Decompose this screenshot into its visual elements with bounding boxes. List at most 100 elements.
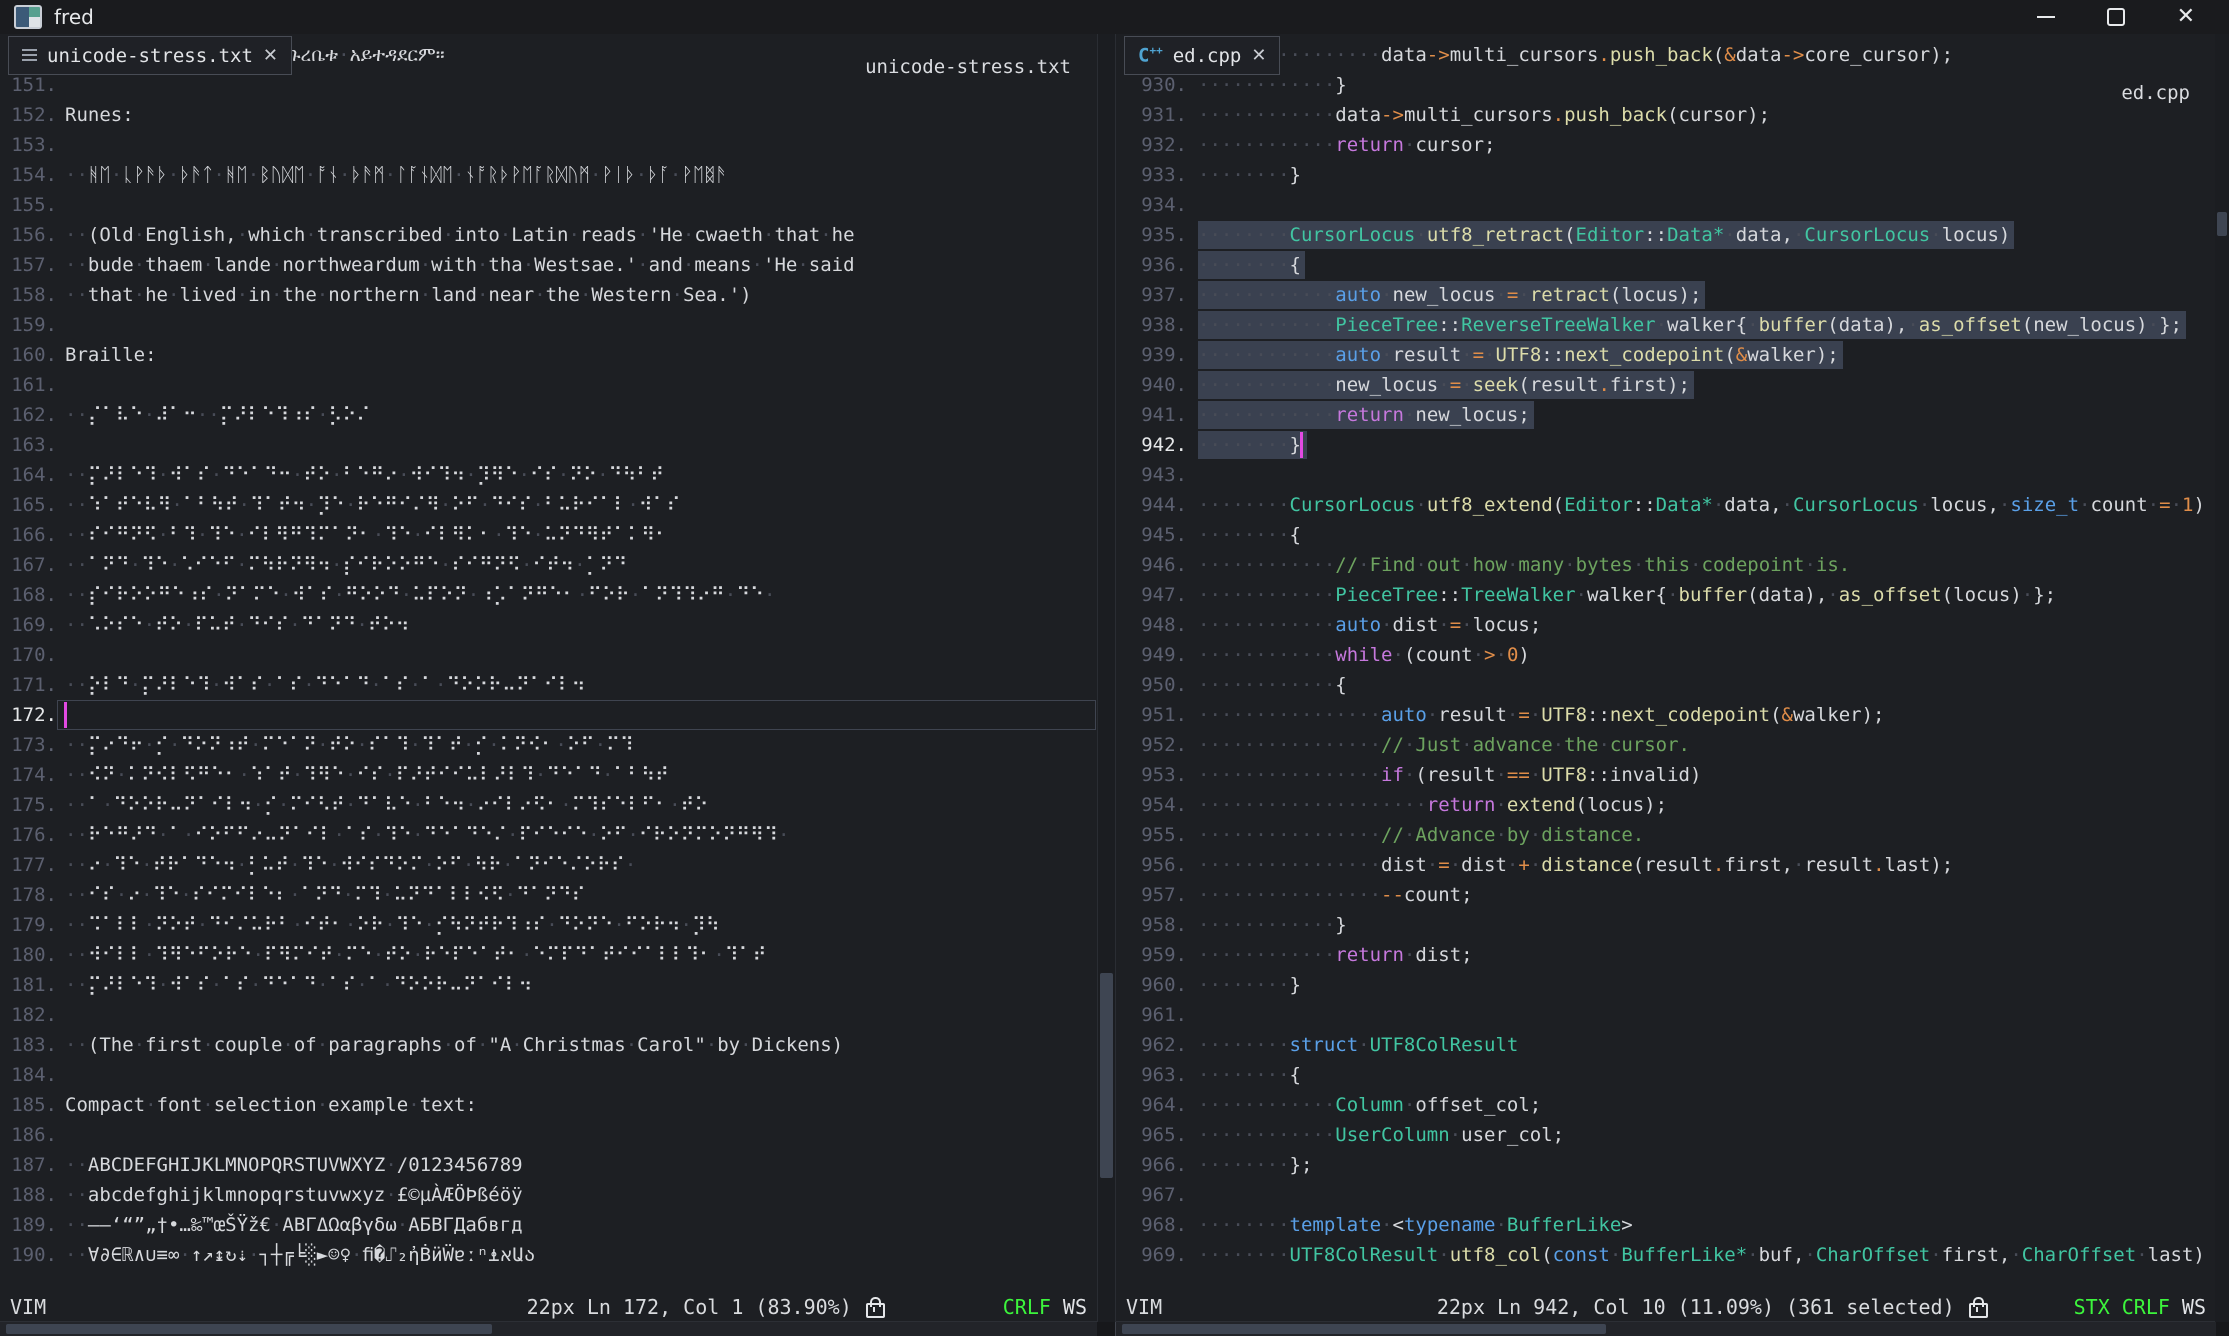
editor-line[interactable]: 178.··⠊⠎·⠔·⠹⠑·⠎⠊⠍⠊⠇⠑⠆·⠁⠝⠙·⠍⠹·⠥⠝⠙⠁⠇⠇⠪⠫·⠙⠁… [0,880,1097,910]
editor-line[interactable]: 180.··⠺⠊⠇⠇·⠹⠻⠑⠋⠕⠗⠑·⠏⠻⠍⠊⠞·⠍⠑·⠞⠕·⠗⠑⠏⠑⠁⠞⠂·⠑… [0,940,1097,970]
editor-line[interactable]: 188.··abcdefghijklmnopqrstuvwxyz·£©µÀÆÖÞ… [0,1180,1097,1210]
editor-line[interactable]: 158.··that·he·lived·in·the·northern·land… [0,280,1097,310]
editor-line[interactable]: 946.············//·Find·out·how·many·byt… [1116,550,2216,580]
editor-line[interactable]: 960.········} [1116,970,2216,1000]
editor-line[interactable]: 951.················auto·result·=·UTF8::… [1116,700,2216,730]
editor-line[interactable]: 937.············auto·new_locus·=·retract… [1116,280,2216,310]
left-editor-area[interactable]: 150.··ሰው·እንደቤቱ·እንጅ·እንደ·ጉረቤቱ·አይተዳደርም።151.… [0,34,1097,1292]
editor-line[interactable]: 165.··⠱⠁⠞⠑⠧⠻·⠁⠃⠳⠞·⠹⠁⠞⠲·⡹⠑·⠗⠑⠛⠊⠌⠻·⠕⠋·⠙⠊⠎·… [0,490,1097,520]
editor-line[interactable]: 175.··⠁·⠙⠕⠕⠗⠤⠝⠁⠊⠇⠲·⡊·⠍⠊⠣⠞·⠙⠁⠧⠑·⠃⠑⠲·⠔⠊⠇⠔⠫… [0,790,1097,820]
close-icon[interactable]: ✕ [2177,6,2195,28]
editor-line[interactable]: 941.············return·new_locus; [1116,400,2216,430]
editor-line[interactable]: 171.··⡕⠇⠙·⡍⠜⠇⠑⠹·⠺⠁⠎·⠁⠎·⠙⠑⠁⠙·⠁⠎·⠁·⠙⠕⠕⠗⠤⠝⠁… [0,670,1097,700]
editor-line[interactable]: 160.Braille: [0,340,1097,370]
editor-line[interactable]: 956.················dist·=·dist·+·distan… [1116,850,2216,880]
editor-line[interactable]: 966.········}; [1116,1150,2216,1180]
right-vertical-scrollbar-thumb[interactable] [2217,212,2227,236]
editor-line[interactable]: 179.··⠩⠁⠇⠇·⠝⠕⠞·⠙⠊⠌⠥⠗⠃·⠊⠞⠂·⠕⠗·⠹⠑·⡊⠳⠝⠞⠗⠹⠰⠎… [0,910,1097,940]
editor-line[interactable]: 189.··–—‘“”„†•…‰™œŠŸž€·ΑΒΓΔΩαβγδω·АБВГДа… [0,1210,1097,1240]
right-vertical-scrollbar[interactable] [2215,34,2229,1322]
editor-line[interactable]: 167.··⠁⠝⠙·⠹⠑·⠡⠊⠑⠋·⠍⠳⠗⠝⠻⠲·⡎⠊⠗⠕⠕⠛⠑·⠎⠊⠛⠝⠫·⠊… [0,550,1097,580]
right-editor-area[interactable]: 929.················data->multi_cursors.… [1116,34,2216,1292]
editor-line[interactable]: 154.··ᚻᛖ·ᚳᚹᚫᚦ·ᚦᚫᛏ·ᚻᛖ·ᛒᚢᛞᛖ·ᚩᚾ·ᚦᚫᛗ·ᛚᚪᚾᛞᛖ·ᚾ… [0,160,1097,190]
editor-line[interactable]: 929.················data->multi_cursors.… [1116,40,2216,70]
editor-line[interactable]: 164.··⡍⠜⠇⠑⠹·⠺⠁⠎·⠙⠑⠁⠙⠒·⠞⠕·⠃⠑⠛⠔·⠺⠊⠹⠲·⡹⠻⠑·⠊… [0,460,1097,490]
editor-line[interactable]: 190.··∀∂∈ℝ∧∪≡∞·↑↗↨↻⇣·┐┼╔╘░►☺♀·ﬁ�⑀₂ἠḂӥẄɐː… [0,1240,1097,1270]
tab-unicode-stress-txt[interactable]: unicode-stress.txt ✕ [8,36,292,75]
left-vertical-scrollbar[interactable] [1097,34,1116,1322]
lock-icon[interactable] [1969,1303,1988,1318]
editor-line[interactable]: 183.··(The·first·couple·of·paragraphs·of… [0,1030,1097,1060]
editor-line[interactable]: 152.Runes: [0,100,1097,130]
editor-line[interactable]: 942.········} [1116,430,2216,460]
editor-line[interactable]: 957.················--count; [1116,880,2216,910]
editor-line[interactable]: 932.············return·cursor; [1116,130,2216,160]
editor-line[interactable]: 157.··bude·thaem·lande·northweardum·with… [0,250,1097,280]
editor-line[interactable]: 962.········struct·UTF8ColResult [1116,1030,2216,1060]
minimize-icon[interactable] [2037,16,2055,18]
editor-line[interactable]: 952.················//·Just·advance·the·… [1116,730,2216,760]
editor-line[interactable]: 161. [0,370,1097,400]
editor-line[interactable]: 967. [1116,1180,2216,1210]
editor-line[interactable]: 939.············auto·result·=·UTF8::next… [1116,340,2216,370]
editor-line[interactable]: 959.············return·dist; [1116,940,2216,970]
tab-ed-cpp[interactable]: C++ ed.cpp ✕ [1124,36,1280,75]
editor-line[interactable]: 936.········{ [1116,250,2216,280]
editor-line[interactable]: 938.············PieceTree::ReverseTreeWa… [1116,310,2216,340]
editor-line[interactable]: 947.············PieceTree::TreeWalker·wa… [1116,580,2216,610]
editor-line[interactable]: 182. [0,1000,1097,1030]
editor-line[interactable]: 940.············new_locus·=·seek(result.… [1116,370,2216,400]
editor-line[interactable]: 159. [0,310,1097,340]
maximize-icon[interactable] [2107,8,2125,26]
editor-line[interactable]: 965.············UserColumn·user_col; [1116,1120,2216,1150]
tab-close-icon[interactable]: ✕ [1251,45,1266,66]
editor-line[interactable]: 958.············} [1116,910,2216,940]
status-flag-ws[interactable]: WS [1063,1295,1087,1319]
editor-line[interactable]: 934. [1116,190,2216,220]
editor-line[interactable]: 935.········CursorLocus·utf8_retract(Edi… [1116,220,2216,250]
status-flag-crlf[interactable]: CRLF [2122,1295,2170,1319]
editor-line[interactable]: 170. [0,640,1097,670]
editor-line[interactable]: 168.··⡎⠊⠗⠕⠕⠛⠑⠰⠎·⠝⠁⠍⠑·⠺⠁⠎·⠛⠕⠕⠙·⠥⠏⠕⠝·⠰⡡⠁⠝⠛… [0,580,1097,610]
lock-icon[interactable] [866,1303,885,1318]
horizontal-scrollbar-thumb[interactable] [1122,1324,1606,1334]
editor-line[interactable]: 184. [0,1060,1097,1090]
status-flag-crlf[interactable]: CRLF [1003,1295,1051,1319]
editor-line[interactable]: 176.··⠗⠑⠛⠜⠙·⠁·⠊⠕⠋⠋⠔⠤⠝⠁⠊⠇·⠁⠎·⠹⠑·⠙⠑⠁⠙⠑⠌·⠏⠊… [0,820,1097,850]
editor-line[interactable]: 943. [1116,460,2216,490]
editor-line[interactable]: 169.··⠡⠕⠎⠑·⠞⠕·⠏⠥⠞·⠙⠊⠎·⠙⠁⠝⠙·⠞⠕⠲ [0,610,1097,640]
status-flag-stx[interactable]: STX [2074,1295,2110,1319]
horizontal-scrollbar[interactable] [1116,1321,2216,1336]
editor-line[interactable]: 177.··⠔·⠹⠑·⠞⠗⠁⠙⠑⠲·⡃⠥⠞·⠹⠑·⠺⠊⠎⠙⠕⠍·⠕⠋·⠳⠗·⠁⠝… [0,850,1097,880]
editor-line[interactable]: 172. [0,700,1097,730]
editor-line[interactable]: 969.········UTF8ColResult·utf8_col(const… [1116,1240,2216,1270]
editor-line[interactable]: 950.············{ [1116,670,2216,700]
editor-line[interactable]: 173.··⡍⠔⠙⠖·⡊·⠙⠕⠝⠰⠞·⠍⠑⠁⠝·⠞⠕·⠎⠁⠹·⠹⠁⠞·⡊·⠅⠝⠪… [0,730,1097,760]
editor-line[interactable]: 961. [1116,1000,2216,1030]
editor-line[interactable]: 968.········template·<typename·BufferLik… [1116,1210,2216,1240]
editor-line[interactable]: 185.Compact·font·selection·example·text: [0,1090,1097,1120]
editor-line[interactable]: 949.············while·(count·>·0) [1116,640,2216,670]
editor-line[interactable]: 933.········} [1116,160,2216,190]
editor-line[interactable]: 963.········{ [1116,1060,2216,1090]
editor-line[interactable]: 163. [0,430,1097,460]
editor-line[interactable]: 944.········CursorLocus·utf8_extend(Edit… [1116,490,2216,520]
editor-line[interactable]: 181.··⡍⠜⠇⠑⠹·⠺⠁⠎·⠁⠎·⠙⠑⠁⠙·⠁⠎·⠁·⠙⠕⠕⠗⠤⠝⠁⠊⠇⠲ [0,970,1097,1000]
left-vertical-scrollbar-thumb[interactable] [1100,973,1113,1178]
editor-line[interactable]: 964.············Column·offset_col; [1116,1090,2216,1120]
editor-line[interactable]: 187.··ABCDEFGHIJKLMNOPQRSTUVWXYZ·/012345… [0,1150,1097,1180]
editor-line[interactable]: 174.··⠪⠝·⠅⠝⠪⠇⠫⠛⠑⠂·⠱⠁⠞·⠹⠻⠑·⠊⠎·⠏⠜⠞⠊⠊⠥⠇⠜⠇⠹·… [0,760,1097,790]
editor-line[interactable]: 162.··⡌⠁⠧⠑·⠼⠁⠒··⡍⠜⠇⠑⠹⠰⠎·⡣⠕⠌ [0,400,1097,430]
tab-close-icon[interactable]: ✕ [263,45,278,66]
horizontal-scrollbar-thumb[interactable] [6,1324,492,1334]
editor-line[interactable]: 153. [0,130,1097,160]
editor-line[interactable]: 166.··⠎⠊⠛⠝⠫·⠃⠹·⠹⠑·⠊⠇⠻⠛⠹⠍⠁⠝⠂·⠹⠑·⠊⠇⠻⠅⠂·⠹⠑·… [0,520,1097,550]
editor-line[interactable]: 155. [0,190,1097,220]
status-flag-ws[interactable]: WS [2182,1295,2206,1319]
editor-line[interactable]: 955.················//·Advance·by·distan… [1116,820,2216,850]
editor-line[interactable]: 953.················if·(result·==·UTF8::… [1116,760,2216,790]
editor-line[interactable]: 156.··(Old·English,·which·transcribed·in… [0,220,1097,250]
editor-line[interactable]: 186. [0,1120,1097,1150]
editor-line[interactable]: 930.············} [1116,70,2216,100]
editor-line[interactable]: 954.····················return·extend(lo… [1116,790,2216,820]
